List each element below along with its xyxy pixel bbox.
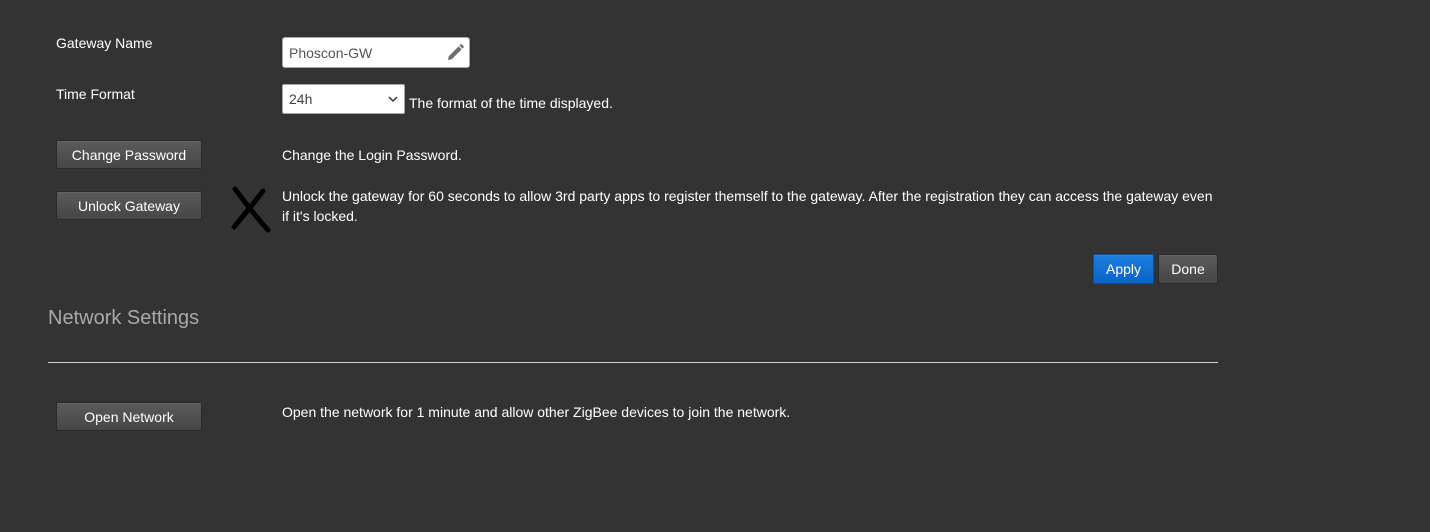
gateway-name-input[interactable] <box>283 38 445 67</box>
unlock-gateway-description: Unlock the gateway for 60 seconds to all… <box>282 188 1213 224</box>
section-divider <box>48 362 1218 363</box>
gateway-name-label: Gateway Name <box>56 35 153 51</box>
change-password-description: Change the Login Password. <box>282 147 462 163</box>
apply-button[interactable]: Apply <box>1093 254 1154 284</box>
chevron-down-icon <box>388 96 398 103</box>
change-password-button[interactable]: Change Password <box>56 140 202 169</box>
unlock-gateway-button[interactable]: Unlock Gateway <box>56 191 202 220</box>
network-settings-title: Network Settings <box>48 307 200 329</box>
time-format-label: Time Format <box>56 86 135 102</box>
pencil-icon[interactable] <box>445 43 465 63</box>
time-format-value: 24h <box>289 91 313 107</box>
done-button[interactable]: Done <box>1158 254 1218 284</box>
x-mark-icon <box>231 186 271 233</box>
time-format-description: The format of the time displayed. <box>409 95 613 111</box>
open-network-description: Open the network for 1 minute and allow … <box>282 404 791 420</box>
time-format-select[interactable]: 24h <box>282 84 405 114</box>
gateway-name-field[interactable] <box>282 37 470 68</box>
gateway-settings-page: Gateway Name Time Format 24h The format … <box>0 0 1430 532</box>
open-network-button[interactable]: Open Network <box>56 402 202 431</box>
